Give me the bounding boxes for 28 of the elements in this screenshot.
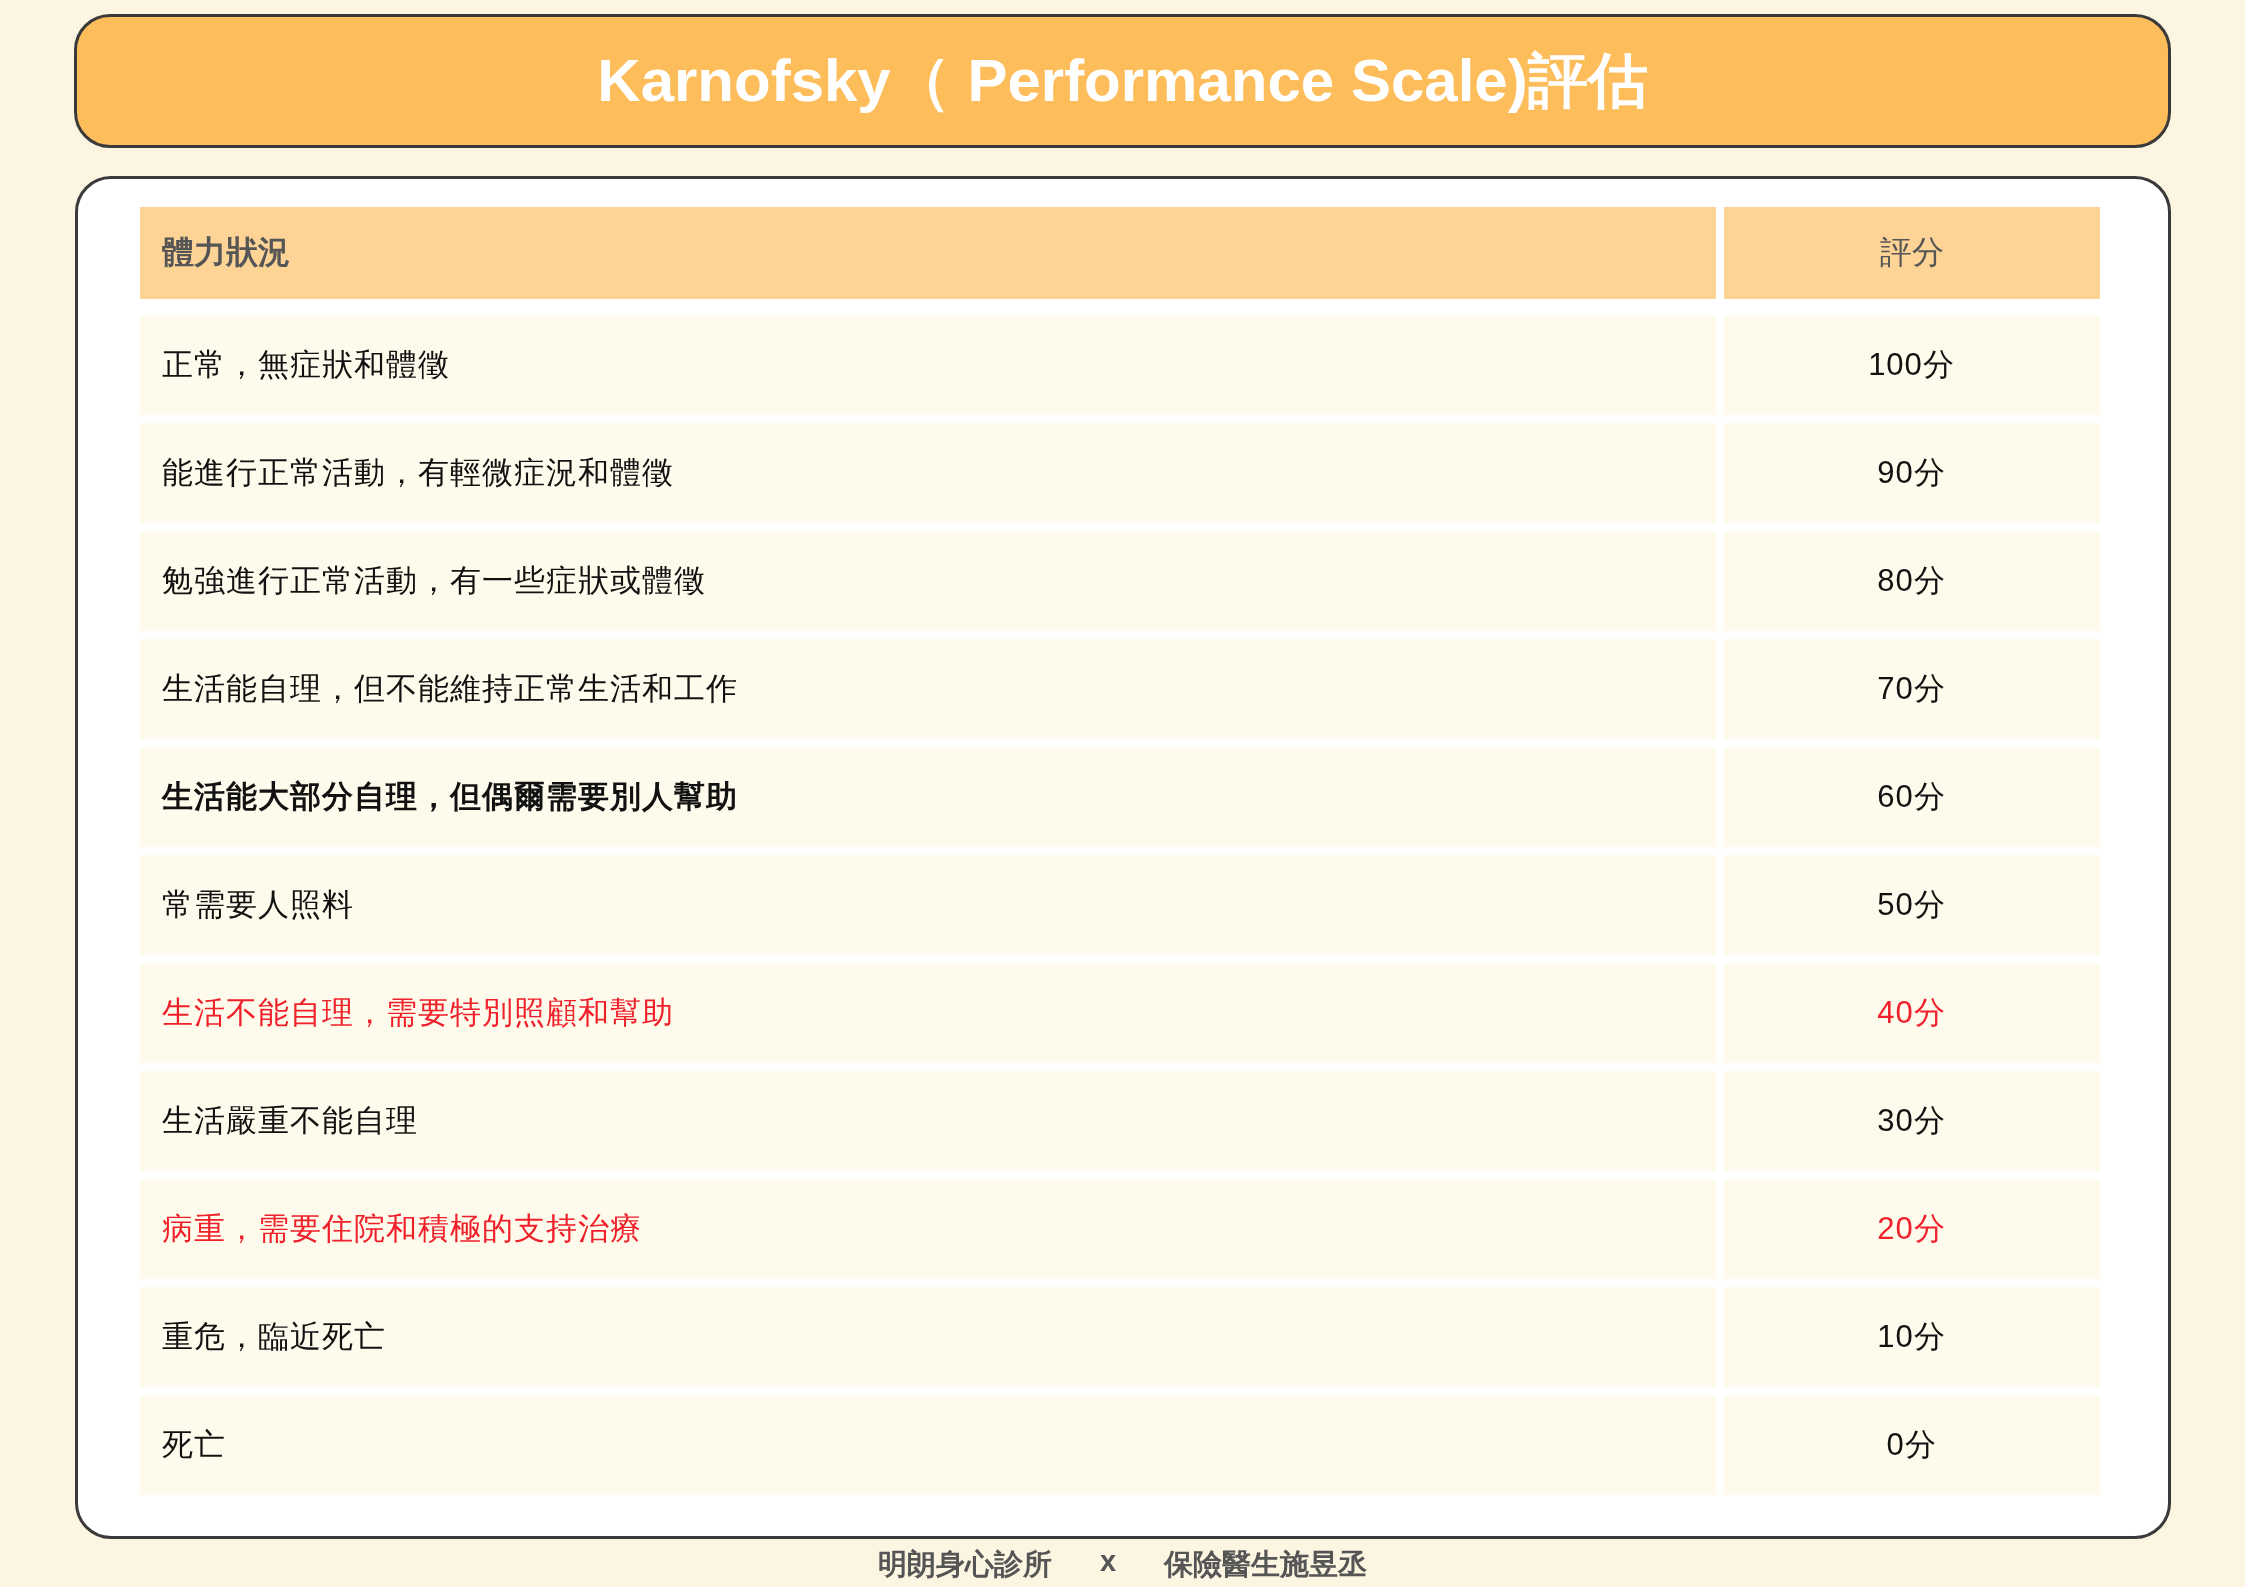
column-header: 體力狀況 xyxy=(139,207,1716,299)
table-cell: 70分 xyxy=(1723,639,2100,739)
table-cell: 生活嚴重不能自理 xyxy=(139,1071,1716,1171)
table-cell: 0分 xyxy=(1723,1395,2100,1495)
table-cell: 能進行正常活動，有輕微症況和體徵 xyxy=(139,423,1716,523)
column-header: 評分 xyxy=(1723,207,2100,299)
table-cell: 60分 xyxy=(1723,747,2100,847)
table-cell: 常需要人照料 xyxy=(139,855,1716,955)
table-cell: 40分 xyxy=(1723,963,2100,1063)
footer-text: x xyxy=(1099,1545,1117,1579)
table-cell: 50分 xyxy=(1723,855,2100,955)
table-cell: 死亡 xyxy=(139,1395,1716,1495)
table-cell: 病重，需要住院和積極的支持治療 xyxy=(139,1179,1716,1279)
table-cell: 生活不能自理，需要特別照顧和幫助 xyxy=(139,963,1716,1063)
table-cell: 100分 xyxy=(1723,315,2100,415)
table-cell: 重危，臨近死亡 xyxy=(139,1287,1716,1387)
table-cell: 勉強進行正常活動，有一些症狀或體徵 xyxy=(139,531,1716,631)
table-cell: 90分 xyxy=(1723,423,2100,523)
table-cell: 正常，無症狀和體徵 xyxy=(139,315,1716,415)
page-title: Karnofsky（ Performance Scale)評估 xyxy=(74,14,2171,148)
table-cell: 生活能自理，但不能維持正常生活和工作 xyxy=(139,639,1716,739)
table-cell: 生活能大部分自理，但偶爾需要別人幫助 xyxy=(139,747,1716,847)
footer-text: 明朗身心診所 xyxy=(877,1547,1052,1582)
table-cell: 80分 xyxy=(1723,531,2100,631)
table-cell: 20分 xyxy=(1723,1179,2100,1279)
footer-text: 保險醫生施昱丞 xyxy=(1164,1547,1368,1582)
table-cell: 10分 xyxy=(1723,1287,2100,1387)
table-cell: 30分 xyxy=(1723,1071,2100,1171)
